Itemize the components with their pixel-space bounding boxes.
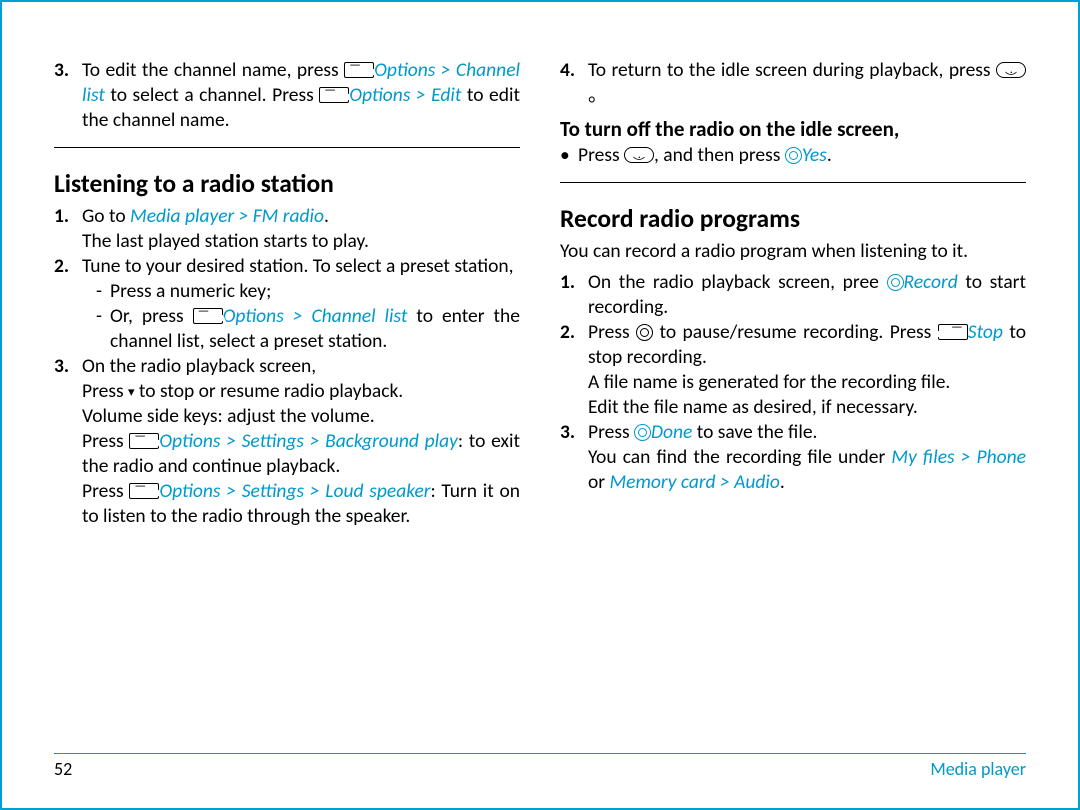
sub-numeric-key: Press a numeric key; (110, 279, 520, 304)
text: to stop or resume radio playback. (135, 379, 404, 403)
text: to pause/resume recording. Press (653, 320, 938, 344)
listen-step-1: 1. Go to Media player > FM radio. The la… (54, 204, 520, 254)
text: . (827, 143, 832, 167)
text: . (780, 470, 785, 494)
softkey-icon (129, 483, 159, 499)
text: Press (588, 320, 636, 344)
text: The last played station starts to play. (82, 229, 369, 253)
text: . (324, 204, 329, 228)
ring-key-icon (636, 324, 653, 341)
record-step-1: 1. On the radio playback screen, pree Re… (560, 270, 1026, 320)
text: Volume side keys: adjust the volume. (82, 404, 375, 428)
text: , and then press (654, 143, 785, 167)
label-done: Done (651, 420, 692, 444)
ring-key-icon (785, 147, 802, 164)
left-column: 3. To edit the channel name, press Optio… (54, 58, 520, 529)
softkey-right-icon (938, 324, 968, 340)
page-footer: 52 Media player (54, 753, 1026, 780)
turnoff-bullet: • Press , and then press Yes. (560, 143, 1026, 168)
softkey-icon (193, 308, 223, 324)
text: On the radio playback screen, (82, 354, 316, 378)
label-record: Record (904, 270, 958, 294)
text: Tune to your desired station. To select … (82, 254, 520, 279)
label-stop: Stop (968, 320, 1003, 344)
path-myfiles-phone: My files > Phone (891, 445, 1026, 469)
text: You can find the recording file under (588, 445, 891, 469)
text: Or, press (110, 304, 193, 328)
hangup-key-icon (624, 147, 654, 163)
text: Edit the file name as desired, if necess… (588, 395, 918, 419)
path-bg-play: Options > Settings > Background play (159, 429, 458, 453)
listen-step-3: 3. On the radio playback screen, Press ▾… (54, 354, 520, 529)
text: Press (82, 379, 128, 403)
text: Press (578, 143, 624, 167)
text: A file name is generated for the recordi… (588, 370, 950, 394)
step-4-return-idle: 4. To return to the idle screen during p… (560, 58, 1026, 108)
path-loud-speaker: Options > Settings > Loud speaker (159, 479, 430, 503)
text: 。 (588, 83, 608, 107)
heading-turnoff: To turn off the radio on the idle screen… (560, 116, 1026, 143)
record-step-2: 2. Press to pause/resume recording. Pres… (560, 320, 1026, 420)
ring-key-icon (634, 424, 651, 441)
page-columns: 3. To edit the channel name, press Optio… (54, 58, 1026, 529)
softkey-icon (319, 87, 349, 103)
label-yes: Yes (802, 143, 827, 167)
path-memory-audio: Memory card > Audio (610, 470, 780, 494)
text: To edit the channel name, press (82, 58, 344, 82)
path-media-fm: Media player > FM radio (130, 204, 324, 228)
step-3-edit-channel: 3. To edit the channel name, press Optio… (54, 58, 520, 133)
text: to save the file. (692, 420, 817, 444)
text: Press (82, 429, 129, 453)
listen-step-2: 2. Tune to your desired station. To sele… (54, 254, 520, 354)
section-name: Media player (930, 758, 1026, 780)
path-options-edit: Options > Edit (349, 83, 461, 107)
record-intro: You can record a radio program when list… (560, 239, 1026, 264)
text: On the radio playback screen, pree (588, 270, 887, 294)
path-options-channel: Options > Channel list (223, 304, 408, 328)
divider (54, 147, 520, 148)
text: Press (588, 420, 634, 444)
heading-listening: Listening to a radio station (54, 168, 520, 201)
softkey-icon (129, 433, 159, 449)
text: to select a channel. Press (105, 83, 319, 107)
divider (560, 182, 1026, 183)
softkey-icon (344, 62, 374, 78)
text: or (588, 470, 610, 494)
page-number: 52 (54, 758, 72, 780)
ring-key-icon (887, 274, 904, 291)
text: Press (82, 479, 129, 503)
text: To return to the idle screen during play… (588, 58, 996, 82)
text: Go to (82, 204, 130, 228)
right-column: 4. To return to the idle screen during p… (560, 58, 1026, 529)
record-step-3: 3. Press Done to save the file. You can … (560, 420, 1026, 495)
heading-record: Record radio programs (560, 203, 1026, 236)
hangup-key-icon (996, 62, 1026, 78)
